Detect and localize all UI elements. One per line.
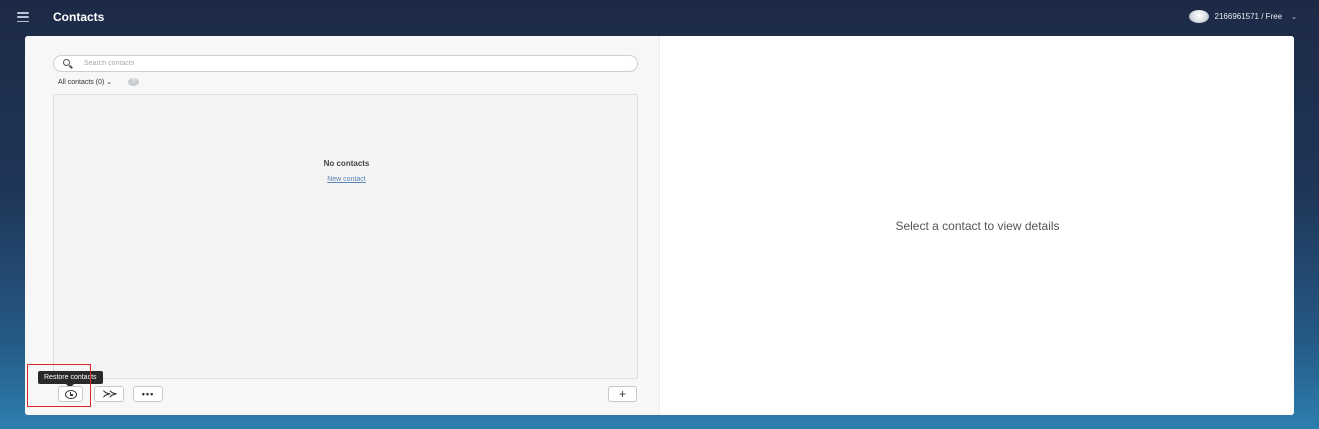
restore-contacts-button[interactable]	[58, 386, 83, 402]
page-title: Contacts	[53, 10, 105, 24]
restore-tooltip: Restore contacts	[38, 371, 103, 388]
menu-icon[interactable]	[17, 12, 29, 22]
add-contact-button[interactable]: +	[608, 386, 637, 402]
merge-icon: ≻≻	[102, 388, 118, 400]
new-contact-link[interactable]: New contact	[327, 176, 366, 183]
search-bar	[53, 55, 638, 72]
empty-title: No contacts	[323, 159, 370, 168]
top-bar: Contacts 2166961571 / Free ⌄	[0, 0, 1319, 34]
empty-state: No contacts New contact	[54, 159, 639, 186]
help-icon[interactable]: ?	[128, 78, 140, 86]
plus-icon: +	[618, 387, 626, 401]
restore-icon	[64, 389, 77, 399]
account-label: 2166961571 / Free	[1214, 12, 1283, 21]
main-panel: All contacts (0) ⌄ ? No contacts New con…	[25, 36, 1294, 415]
filter-dropdown[interactable]: All contacts (0) ⌄	[58, 78, 112, 86]
chevron-down-icon: ⌄	[1291, 13, 1297, 21]
details-placeholder: Select a contact to view details	[895, 219, 1060, 233]
contacts-list-pane: All contacts (0) ⌄ ? No contacts New con…	[25, 36, 660, 415]
more-options-button[interactable]: •••	[133, 386, 163, 402]
search-input[interactable]	[84, 60, 624, 67]
contacts-filter: All contacts (0) ⌄ ?	[58, 78, 140, 86]
account-menu[interactable]: 2166961571 / Free ⌄	[1188, 10, 1297, 23]
more-icon: •••	[141, 388, 155, 399]
merge-contacts-button[interactable]: ≻≻	[94, 386, 124, 402]
contacts-list: No contacts New contact	[53, 94, 638, 379]
contact-details-pane: Select a contact to view details	[661, 36, 1294, 415]
avatar	[1188, 10, 1209, 23]
search-icon	[62, 58, 76, 70]
